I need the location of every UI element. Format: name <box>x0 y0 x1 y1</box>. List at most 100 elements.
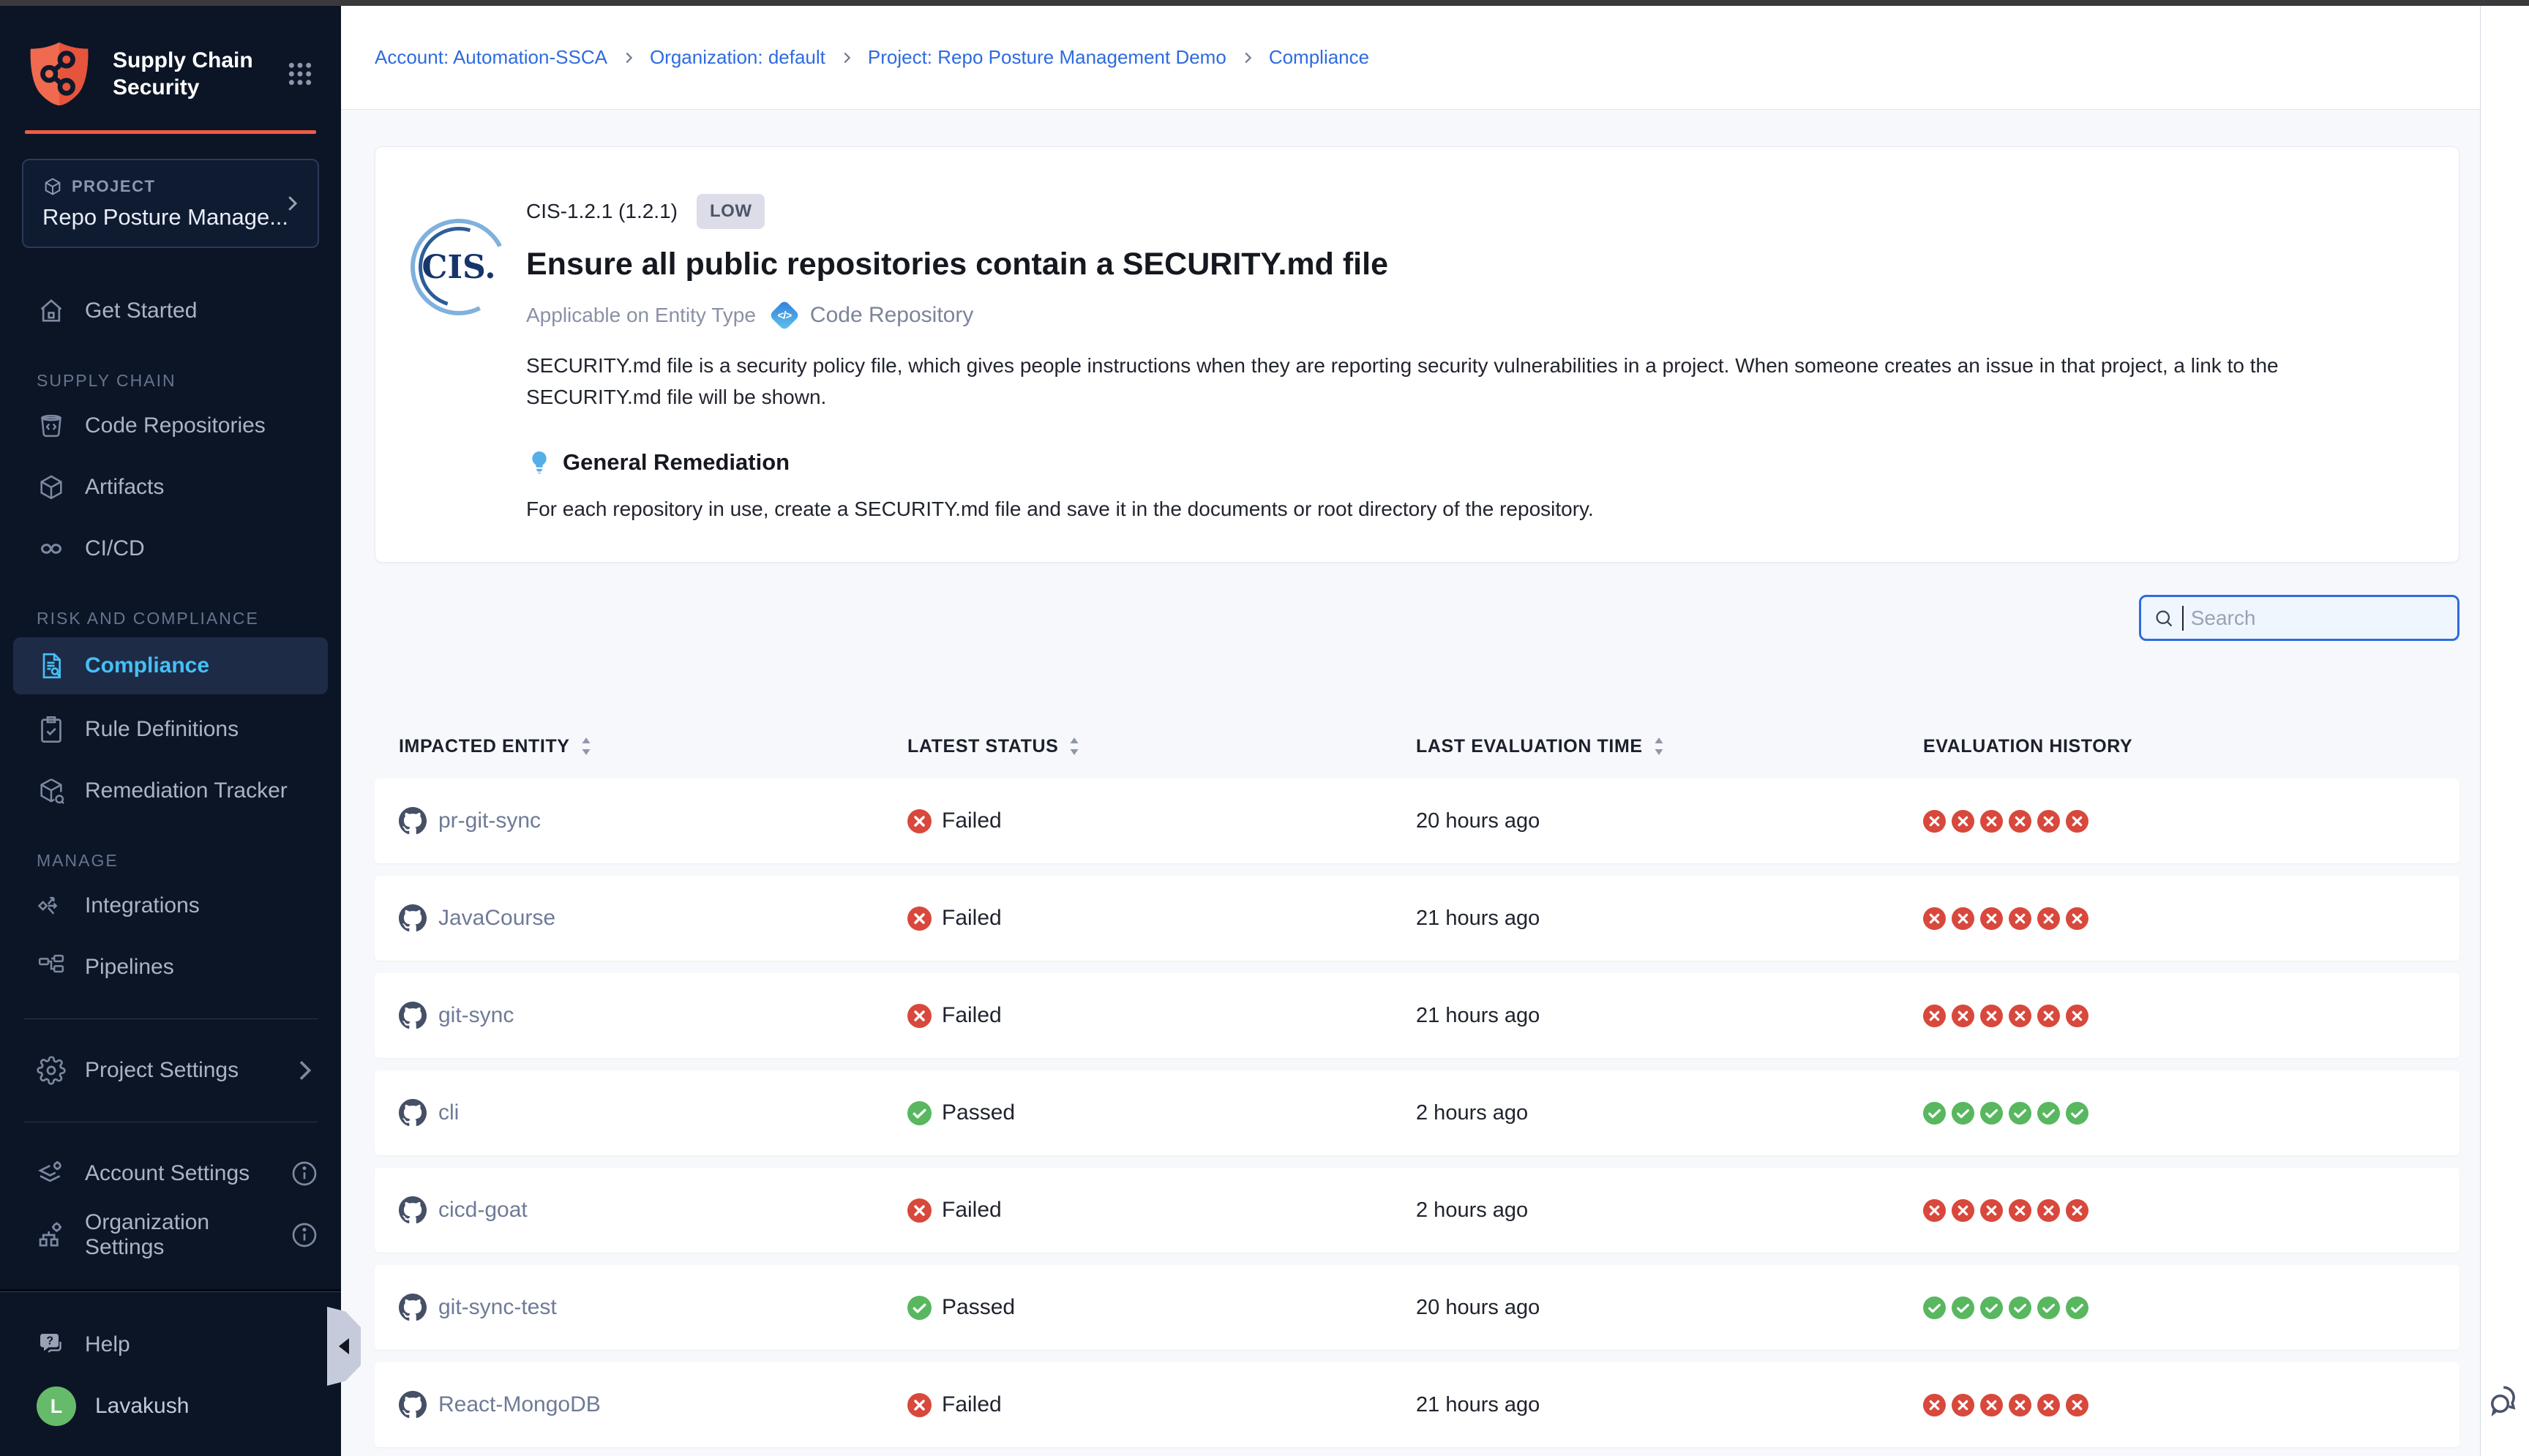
x-circle-icon <box>1923 1199 1946 1222</box>
x-circle-icon <box>2037 810 2060 833</box>
sidebar-item-label: Help <box>85 1332 130 1357</box>
text-cursor <box>2182 606 2184 631</box>
info-icon[interactable] <box>290 1220 319 1250</box>
breadcrumb-project[interactable]: Project: Repo Posture Management Demo <box>868 46 1226 69</box>
column-header-last-evaluation-time[interactable]: LAST EVALUATION TIME <box>1416 736 1923 757</box>
check-circle-icon <box>907 1296 932 1320</box>
project-selector-name: Repo Posture Manage... <box>42 204 299 230</box>
sidebar-item-account-settings[interactable]: Account Settings <box>0 1143 341 1204</box>
breadcrumb-compliance[interactable]: Compliance <box>1269 46 1369 69</box>
sidebar-item-compliance[interactable]: Compliance <box>13 637 328 694</box>
breadcrumb-account[interactable]: Account: Automation-SSCA <box>375 46 607 69</box>
layers-gear-icon <box>37 1159 66 1188</box>
feedback-chat-icon[interactable] <box>2487 1380 2525 1418</box>
pipelines-icon <box>37 953 66 982</box>
rule-id: CIS-1.2.1 (1.2.1) <box>526 200 678 223</box>
x-circle-icon <box>2066 1199 2088 1222</box>
rule-description: SECURITY.md file is a security policy fi… <box>526 350 2408 413</box>
check-circle-icon <box>2009 1296 2031 1319</box>
rule-title: Ensure all public repositories contain a… <box>526 247 2408 282</box>
status-label: Passed <box>942 1295 1015 1320</box>
check-circle-icon <box>1952 1102 1974 1125</box>
sidebar-item-project-settings[interactable]: Project Settings <box>0 1040 341 1101</box>
info-icon[interactable] <box>290 1159 319 1188</box>
sidebar-item-code-repositories[interactable]: Code Repositories <box>0 395 341 457</box>
check-circle-icon <box>1923 1102 1946 1125</box>
x-circle-icon <box>907 1004 932 1028</box>
project-selector[interactable]: PROJECT Repo Posture Manage... <box>22 159 319 248</box>
entity-link[interactable]: cli <box>438 1100 459 1125</box>
entity-link[interactable]: React-MongoDB <box>438 1392 601 1417</box>
x-circle-icon <box>2066 810 2088 833</box>
sidebar-item-cicd[interactable]: CI/CD <box>0 518 341 579</box>
table-row[interactable]: JavaCourse Failed 21 hours ago <box>375 876 2459 961</box>
table-body: pr-git-syncFailed20 hours ago JavaCourse F… <box>375 778 2459 1456</box>
x-circle-icon <box>2009 810 2031 833</box>
github-icon <box>399 1002 427 1029</box>
table-row[interactable]: cicd-goatFailed2 hours ago <box>375 1168 2459 1253</box>
last-evaluation-time: 21 hours ago <box>1416 1393 1923 1417</box>
table-row[interactable]: cliPassed2 hours ago <box>375 1070 2459 1155</box>
sidebar-item-label: Remediation Tracker <box>85 778 288 803</box>
sidebar: Supply Chain Security PROJECT Repo Postu… <box>0 6 341 1456</box>
x-circle-icon <box>1952 907 1974 930</box>
sort-icon <box>1068 737 1080 756</box>
x-circle-icon <box>2066 1005 2088 1027</box>
check-circle-icon <box>1980 1296 2003 1319</box>
status-label: Failed <box>942 906 1002 931</box>
entity-type-label: Applicable on Entity Type <box>526 304 756 327</box>
sidebar-item-remediation-tracker[interactable]: Remediation Tracker <box>0 760 341 822</box>
last-evaluation-time: 21 hours ago <box>1416 907 1923 931</box>
org-gear-icon <box>37 1220 66 1250</box>
sidebar-item-artifacts[interactable]: Artifacts <box>0 457 341 518</box>
sidebar-item-label: Get Started <box>85 299 197 323</box>
column-header-impacted-entity[interactable]: IMPACTED ENTITY <box>399 736 907 757</box>
x-circle-icon <box>1980 907 2003 930</box>
entity-link[interactable]: JavaCourse <box>438 906 555 931</box>
right-gutter <box>2480 6 2529 1456</box>
x-circle-icon <box>907 809 932 833</box>
nav-section-risk-and-compliance: RISK AND COMPLIANCE <box>37 609 341 628</box>
search-input[interactable] <box>2191 607 2446 630</box>
sidebar-item-pipelines[interactable]: Pipelines <box>0 937 341 998</box>
entity-link[interactable]: git-sync <box>438 1003 514 1028</box>
evaluation-history <box>1923 1102 2445 1125</box>
x-circle-icon <box>1952 1005 1974 1027</box>
sidebar-item-help[interactable]: ? Help <box>0 1314 341 1376</box>
column-header-evaluation-history: EVALUATION HISTORY <box>1923 736 2445 757</box>
table-row[interactable]: git-syncFailed21 hours ago <box>375 973 2459 1058</box>
sidebar-item-label: Code Repositories <box>85 413 266 438</box>
column-header-latest-status[interactable]: LATEST STATUS <box>907 736 1416 757</box>
sidebar-item-rule-definitions[interactable]: Rule Definitions <box>0 699 341 760</box>
sidebar-item-integrations[interactable]: Integrations <box>0 875 341 937</box>
evaluation-history <box>1923 1394 2445 1416</box>
breadcrumb-organization[interactable]: Organization: default <box>650 46 825 69</box>
sidebar-item-organization-settings[interactable]: Organization Settings <box>0 1204 341 1266</box>
evaluation-history <box>1923 1199 2445 1222</box>
chevron-right-icon <box>1240 50 1256 66</box>
entity-link[interactable]: git-sync-test <box>438 1295 557 1320</box>
user-menu[interactable]: L Lavakush <box>0 1376 341 1437</box>
table-row[interactable]: git-sync-testPassed20 hours ago <box>375 1265 2459 1350</box>
x-circle-icon <box>1923 810 1946 833</box>
apps-grid-icon[interactable] <box>285 59 315 89</box>
sidebar-item-label: Pipelines <box>85 955 174 980</box>
check-circle-icon <box>2037 1102 2060 1125</box>
table-row[interactable]: React-MongoDBFailed21 hours ago <box>375 1362 2459 1447</box>
sidebar-item-get-started[interactable]: Get Started <box>0 280 341 342</box>
check-circle-icon <box>2009 1102 2031 1125</box>
chevron-right-icon <box>839 50 855 66</box>
status-label: Failed <box>942 1003 1002 1028</box>
entity-link[interactable]: cicd-goat <box>438 1198 528 1223</box>
table-row[interactable]: pr-git-syncFailed20 hours ago <box>375 778 2459 863</box>
check-circle-icon <box>2037 1296 2060 1319</box>
x-circle-icon <box>1980 1394 2003 1416</box>
main-area: Account: Automation-SSCA Organization: d… <box>341 6 2480 1456</box>
entity-link[interactable]: pr-git-sync <box>438 808 541 833</box>
code-repository-icon <box>37 411 66 440</box>
search-box <box>2139 595 2459 641</box>
x-circle-icon <box>1923 1394 1946 1416</box>
x-circle-icon <box>2066 1394 2088 1416</box>
x-circle-icon <box>1952 1394 1974 1416</box>
project-selector-label: PROJECT <box>72 177 155 196</box>
